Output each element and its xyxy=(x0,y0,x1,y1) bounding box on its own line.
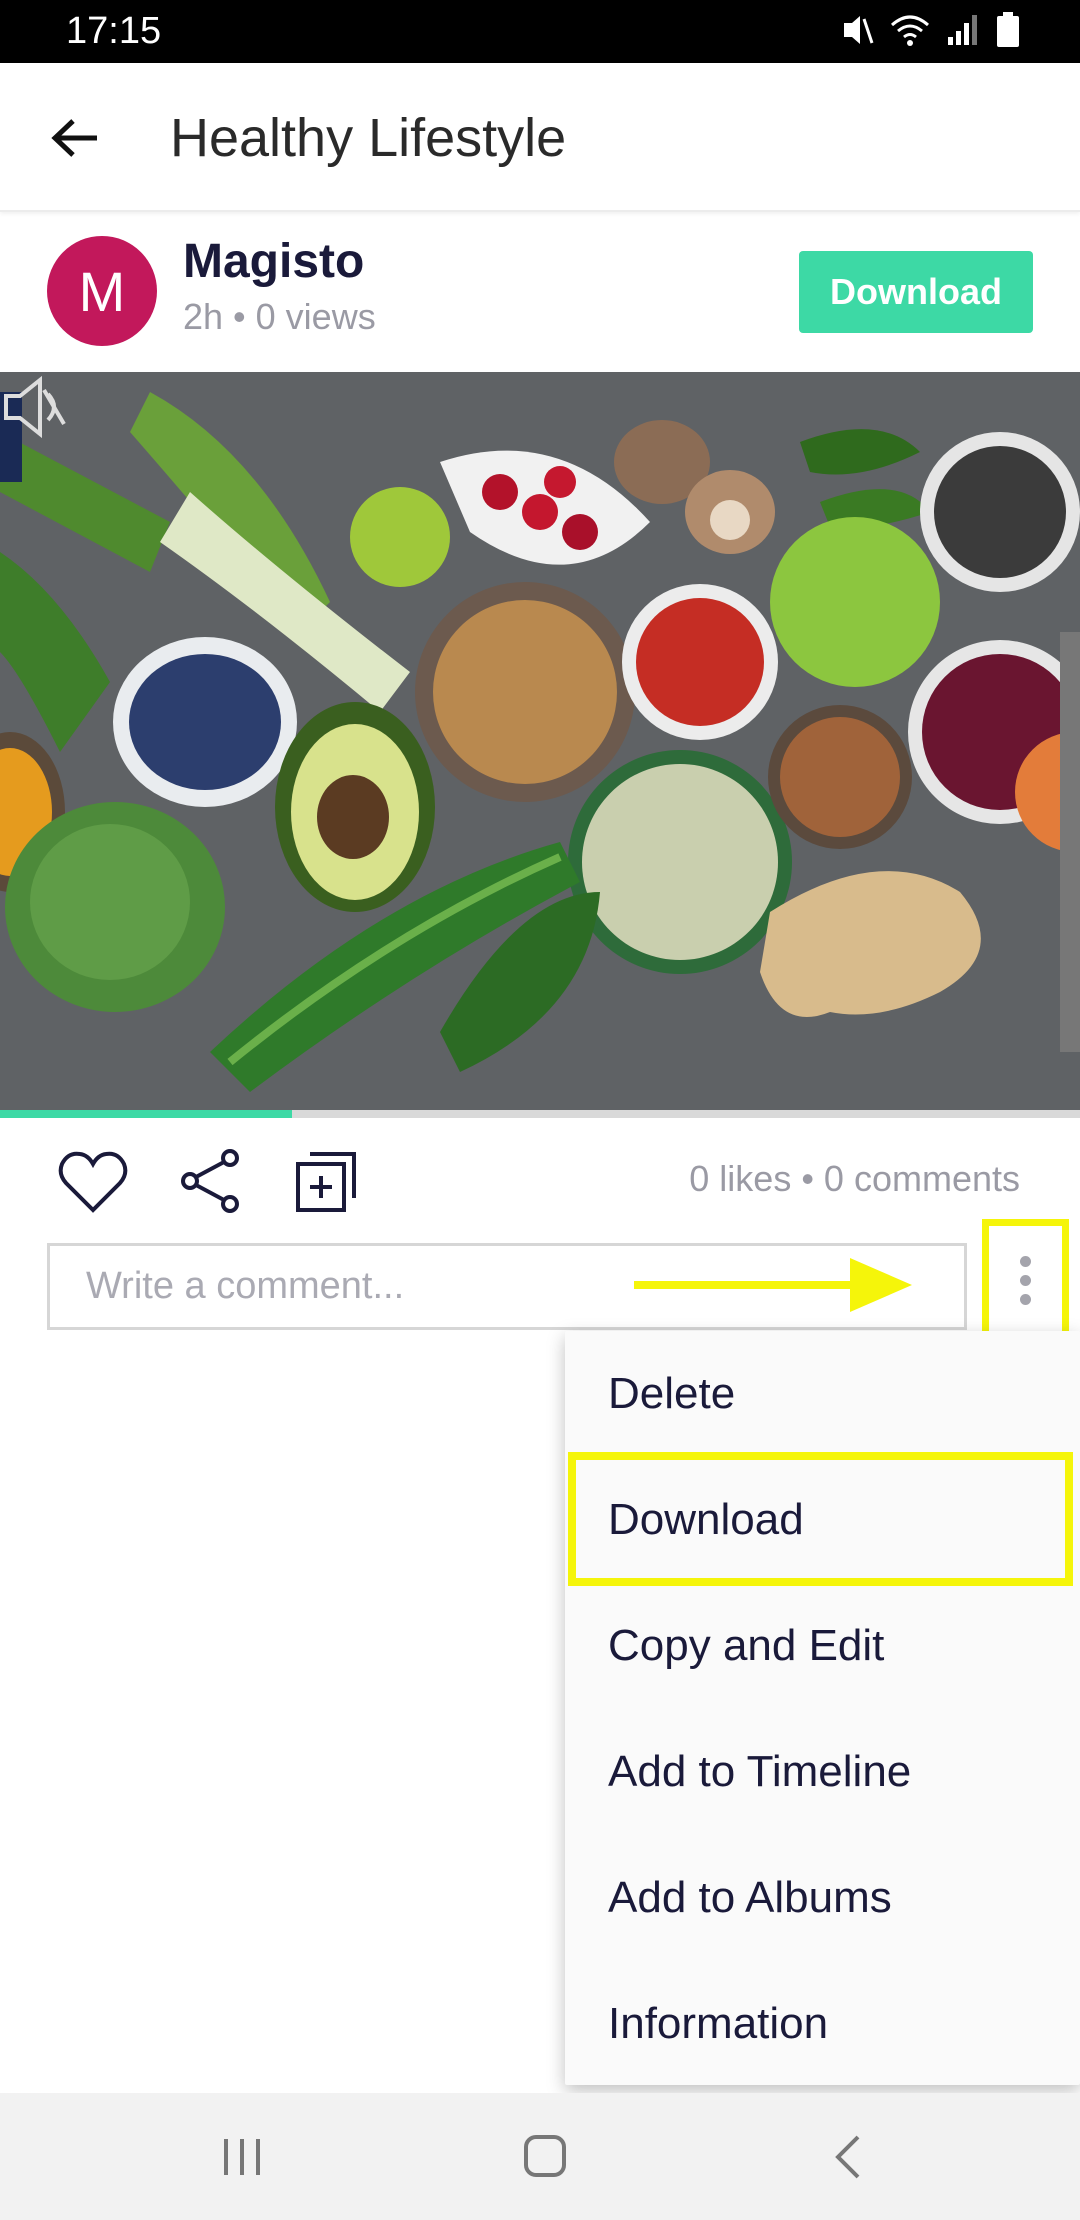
add-copy-icon[interactable] xyxy=(294,1148,360,1214)
menu-item-add-to-albums[interactable]: Add to Albums xyxy=(565,1835,1080,1961)
status-bar: 17:15 xyxy=(0,0,1080,63)
heart-icon[interactable] xyxy=(58,1150,128,1214)
recent-apps-icon[interactable] xyxy=(220,2135,264,2179)
avatar[interactable]: M xyxy=(47,236,157,346)
app-bar: Healthy Lifestyle xyxy=(0,63,1080,212)
home-icon[interactable] xyxy=(522,2133,568,2179)
system-nav-bar xyxy=(0,2093,1080,2220)
annotation-arrow-icon xyxy=(634,1258,912,1312)
share-icon[interactable] xyxy=(178,1148,244,1214)
menu-item-delete[interactable]: Delete xyxy=(565,1331,1080,1457)
download-button[interactable]: Download xyxy=(799,251,1033,333)
video-thumbnail xyxy=(0,372,1080,1112)
menu-item-add-to-timeline[interactable]: Add to Timeline xyxy=(565,1709,1080,1835)
video-player[interactable] xyxy=(0,372,1080,1112)
back-button[interactable] xyxy=(40,103,110,173)
annotation-highlight-box xyxy=(982,1219,1069,1341)
page-title: Healthy Lifestyle xyxy=(170,108,567,168)
video-progress-bar[interactable] xyxy=(0,1110,1080,1118)
likes-comments-count[interactable]: 0 likes • 0 comments xyxy=(689,1158,1020,1200)
post-meta: 2h • 0 views xyxy=(183,296,376,337)
author-name[interactable]: Magisto xyxy=(183,234,364,289)
post-actions: 0 likes • 0 comments xyxy=(0,1118,1080,1238)
video-progress-fill xyxy=(0,1110,292,1118)
sound-muted-icon[interactable] xyxy=(0,372,70,442)
wifi-icon xyxy=(890,13,930,52)
status-time: 17:15 xyxy=(66,10,162,52)
menu-item-download[interactable]: Download xyxy=(565,1457,1080,1583)
nav-back-icon[interactable] xyxy=(828,2133,868,2181)
mute-vibrate-icon xyxy=(840,13,874,52)
post-header: M Magisto 2h • 0 views Download xyxy=(0,212,1080,372)
signal-icon xyxy=(946,13,980,52)
arrow-back-icon xyxy=(51,119,97,157)
menu-item-information[interactable]: Information xyxy=(565,1961,1080,2087)
overflow-menu: Delete Download Copy and Edit Add to Tim… xyxy=(565,1331,1080,2085)
menu-item-copy-and-edit[interactable]: Copy and Edit xyxy=(565,1583,1080,1709)
status-icons xyxy=(840,11,1020,53)
battery-icon xyxy=(996,11,1020,53)
